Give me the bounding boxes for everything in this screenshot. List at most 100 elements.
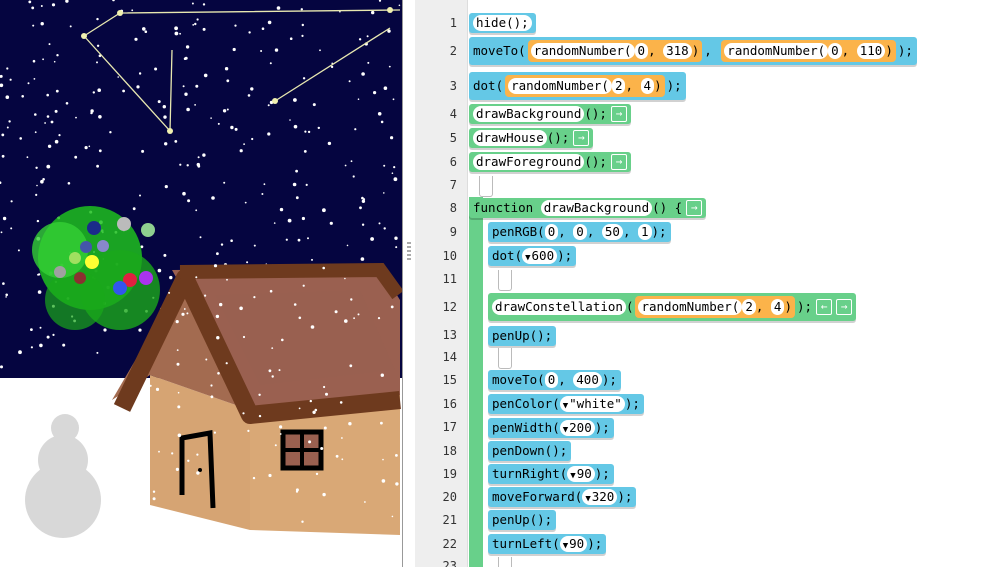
line-number[interactable]: 22 [415,537,457,551]
code-block-turnleft[interactable]: turnLeft(▼90); [488,534,607,554]
line-number[interactable]: 19 [415,467,457,481]
function-name[interactable]: drawHouse [473,130,547,146]
function-name[interactable]: drawBackground [473,106,585,122]
code-editor[interactable]: 1 2 3 4 5 6 7 8 9 10 11 12 13 14 15 16 1… [415,0,994,567]
arrow-right-icon[interactable]: → [610,106,627,122]
app-canvas[interactable] [0,0,403,567]
dropdown-arrow-icon[interactable]: ▼ [525,253,530,263]
line-number[interactable]: 21 [415,513,457,527]
code-block-moveforward[interactable]: moveForward(▼320); [488,487,637,507]
snowflake [377,317,381,320]
line-number[interactable]: 6 [415,155,457,169]
param-value[interactable]: 4 [770,299,785,315]
code-block-penwidth[interactable]: penWidth(▼200); [488,418,614,438]
line-number[interactable]: 7 [415,178,457,192]
block-label: randomNumber( [508,78,612,94]
param-value[interactable]: 400 [573,372,602,388]
arrow-right-icon[interactable]: → [836,299,853,315]
random-number-block[interactable]: randomNumber( 2, 4) [505,75,665,97]
empty-block-slot[interactable] [479,176,493,197]
line-number[interactable]: 12 [415,300,457,314]
line-number[interactable]: 11 [415,272,457,286]
dropdown-arrow-icon[interactable]: ▼ [585,494,590,504]
code-block-hide[interactable]: hide(); [469,13,536,33]
code-block-dot[interactable]: dot( randomNumber( 2, 4) ); [469,72,686,100]
snowflake [242,335,246,339]
line-number[interactable]: 18 [415,444,457,458]
code-block-turnright[interactable]: turnRight(▼90); [488,464,614,484]
empty-block-slot[interactable] [498,270,512,291]
line-number[interactable]: 4 [415,107,457,121]
code-block-penup[interactable]: penUp(); [488,326,557,346]
function-name[interactable]: drawForeground [473,154,585,170]
code-block-dot[interactable]: dot(▼600); [488,246,577,266]
line-number[interactable]: 15 [415,373,457,387]
star [1,154,5,158]
empty-block-slot[interactable] [498,348,512,369]
random-number-block[interactable]: randomNumber( 0, 110) [721,40,896,62]
dropdown-arrow-icon[interactable]: ▼ [570,471,575,481]
param-dropdown[interactable]: ▼200 [559,420,595,436]
param-value[interactable]: 0 [828,43,842,59]
line-number[interactable]: 13 [415,328,457,342]
line-number[interactable]: 3 [415,79,457,93]
dropdown-arrow-icon[interactable]: ▼ [563,425,568,435]
param-value[interactable]: 1 [638,224,652,240]
line-number[interactable]: 16 [415,397,457,411]
function-definition-drawbackground[interactable]: function drawBackground() {→ [469,198,707,218]
param-value[interactable]: 2 [742,299,756,315]
arrow-right-icon[interactable]: → [610,154,627,170]
arrow-right-icon[interactable]: → [686,200,703,216]
star [348,80,351,83]
block-workspace[interactable]: hide(); moveTo( randomNumber( 0, 318) , … [467,0,994,567]
arrow-right-icon[interactable]: → [573,130,590,146]
snowflake [157,268,162,273]
param-value[interactable]: 0 [544,372,559,388]
param-dropdown[interactable]: ▼"white" [559,396,625,412]
param-value[interactable]: 110 [856,43,886,59]
param-dropdown[interactable]: ▼600 [522,248,558,264]
code-block-pencolor[interactable]: penColor(▼"white"); [488,394,644,414]
code-block-moveto[interactable]: moveTo( randomNumber( 0, 318) , randomNu… [469,37,917,65]
line-number[interactable]: 1 [415,16,457,30]
arrow-left-icon[interactable]: ← [816,299,833,315]
line-number[interactable]: 10 [415,249,457,263]
line-number[interactable]: 8 [415,201,457,215]
code-block-moveto[interactable]: moveTo(0, 400); [488,370,621,390]
splitter-grip-icon[interactable] [407,242,411,262]
empty-block-slot[interactable] [498,557,512,567]
param-value[interactable]: 0 [634,43,649,59]
random-number-block[interactable]: randomNumber( 0, 318) [527,40,703,62]
function-name[interactable]: drawConstellation [492,299,626,315]
line-number[interactable]: 17 [415,420,457,434]
line-number[interactable]: 14 [415,350,457,364]
panel-splitter[interactable] [403,0,415,567]
param-value[interactable]: 0 [573,224,587,240]
code-block-pendown[interactable]: penDown(); [488,441,572,461]
code-block-call-drawhouse[interactable]: drawHouse (); → [469,128,594,148]
line-number[interactable]: 2 [415,44,457,58]
code-block-call-drawconstellation[interactable]: drawConstellation(randomNumber(2, 4)); ← → [488,293,857,321]
param-value[interactable]: 50 [601,224,623,240]
param-value[interactable]: 318 [663,43,692,59]
dropdown-arrow-icon[interactable]: ▼ [563,541,568,551]
param-dropdown[interactable]: ▼90 [559,536,588,552]
code-block-call-drawforeground[interactable]: drawForeground (); → [469,152,631,172]
param-value[interactable]: 4 [640,78,655,94]
line-number[interactable]: 20 [415,490,457,504]
random-number-block[interactable]: randomNumber(2, 4) [635,296,795,318]
param-dropdown[interactable]: ▼320 [582,489,618,505]
code-block-penrgb[interactable]: penRGB(0, 0, 50, 1); [488,222,671,242]
line-number[interactable]: 9 [415,225,457,239]
code-block-penup[interactable]: penUp(); [488,510,557,530]
line-number-gutter: 1 2 3 4 5 6 7 8 9 10 11 12 13 14 15 16 1… [415,0,468,567]
param-dropdown[interactable]: ▼90 [567,466,595,482]
param-value[interactable]: 0 [544,224,559,240]
function-name[interactable]: drawBackground [540,200,653,216]
dropdown-arrow-icon[interactable]: ▼ [563,401,568,411]
line-number[interactable]: 23 [415,559,457,567]
code-block-call-drawbackground[interactable]: drawBackground (); → [469,104,631,124]
param-value[interactable]: 2 [611,78,626,94]
line-number[interactable]: 5 [415,131,457,145]
star [39,343,43,348]
